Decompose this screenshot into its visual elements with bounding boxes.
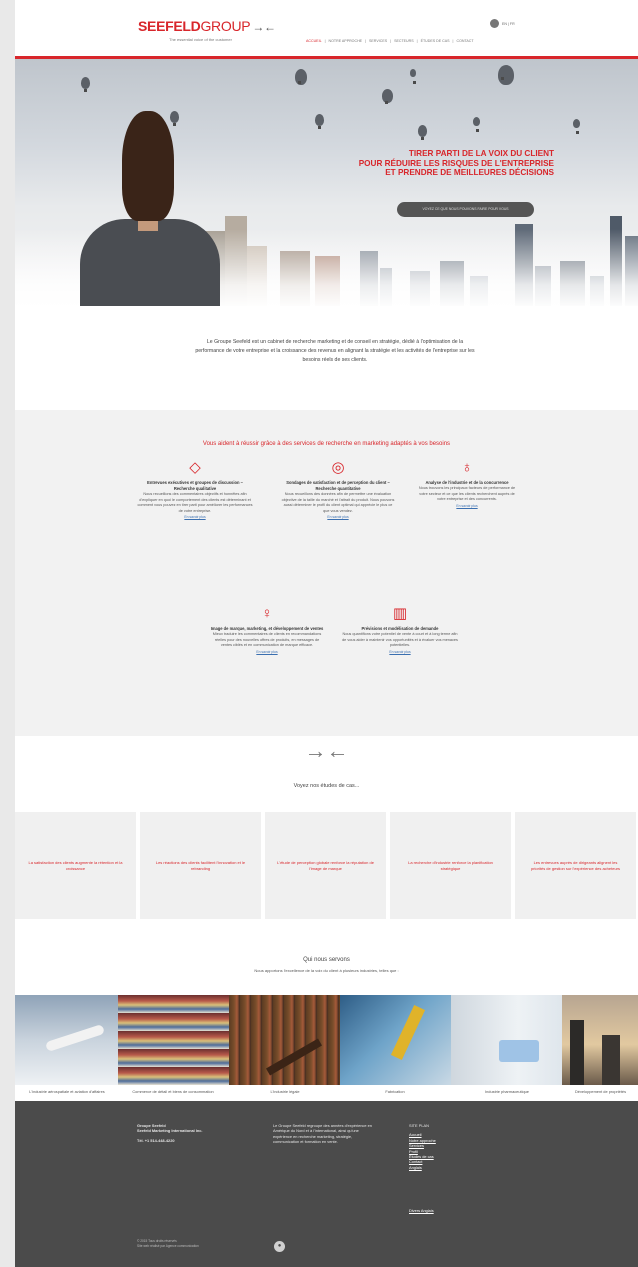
balloon-icon	[498, 65, 514, 85]
industry-label: Industrie pharmaceutique	[485, 1089, 529, 1094]
balloon-icon	[573, 119, 580, 134]
case-study-card[interactable]: Les entrevues auprès de dirigeants align…	[515, 812, 636, 919]
industry-image-manufacturing[interactable]	[340, 995, 451, 1085]
serve-subtitle: Nous apportons l'excellence de la voix d…	[254, 968, 399, 973]
service-title: Entrevues exécutives et groupes de discu…	[147, 480, 243, 491]
logo-light: GROUP	[200, 18, 251, 34]
nav-item-contact[interactable]: CONTACT	[456, 39, 473, 43]
intro-text: Le Groupe Seefeld est un cabinet de rech…	[195, 339, 475, 363]
service-description: Nous recueillons des données afin de per…	[281, 492, 395, 513]
balloon-icon	[81, 77, 90, 92]
footer-links-title: SITE PLAN	[409, 1123, 429, 1128]
nav-item-accueil[interactable]: ACCUEIL	[306, 39, 322, 43]
hero-headline: TIRER PARTI DE LA VOIX DU CLIENT POUR RÉ…	[358, 149, 554, 177]
service-card: ◎ Sondages de satisfaction et de percept…	[281, 459, 395, 520]
industry-label: Fabrication	[385, 1089, 405, 1094]
robot-arm-icon	[390, 1005, 426, 1060]
industry-label: Commerce de détail et biens de consommat…	[132, 1089, 214, 1094]
case-study-card[interactable]: L'étude de perception globale renforce l…	[265, 812, 386, 919]
industry-label: L'industrie aérospatiale et aviation d'a…	[29, 1089, 105, 1094]
main-nav: ACCUEIL | NOTRE APPROCHE | SERVICES | SECTE…	[306, 39, 474, 43]
service-more-link[interactable]: En savoir plus	[281, 515, 395, 519]
service-card: ◇ Entrevues exécutives et groupes de dis…	[137, 459, 253, 520]
industry-image-retail[interactable]	[118, 995, 229, 1085]
jet-icon	[44, 1023, 106, 1053]
service-description: Mieux traduire les commentaires de clien…	[212, 632, 322, 647]
nav-item-services[interactable]: SERVICES	[369, 39, 387, 43]
hero-woman-image	[50, 111, 220, 306]
service-card: ♀ Image de marque, marketing, et dévelop…	[209, 606, 325, 654]
footer-credit[interactable]: Site web réalisé par Agence communicatio…	[137, 1244, 262, 1249]
language-label[interactable]: EN | FR	[502, 22, 515, 26]
service-description: Nous quantifions votre potentiel de vent…	[342, 632, 458, 647]
bar-chart-icon: ▥	[392, 605, 408, 622]
industry-image-legal[interactable]	[229, 995, 340, 1085]
language-switcher[interactable]: EN | FR	[490, 19, 515, 28]
nav-item-approche[interactable]: NOTRE APPROCHE	[329, 39, 363, 43]
site-header: SEEFELDGROUP →← The essential voice of th…	[15, 0, 638, 59]
industry-label: Développement de propriétés	[574, 1089, 627, 1094]
pill-pack-icon	[499, 1040, 539, 1062]
service-card: ♁ Analyse de l'industrie et de la concur…	[415, 460, 519, 508]
industry-image-aerospace[interactable]	[15, 995, 118, 1085]
arrows-icon: →←	[304, 738, 349, 763]
footer-company-legal: Seefeld Marketing International Inc.	[137, 1128, 203, 1134]
service-more-link[interactable]: En savoir plus	[342, 650, 458, 654]
industry-image-property[interactable]	[562, 995, 638, 1085]
services-title: Vous aident à réussir grâce à des servic…	[202, 441, 451, 447]
industry-image-pharma[interactable]	[451, 995, 562, 1085]
case-study-card[interactable]: La satisfaction des clients augmente la …	[15, 812, 136, 919]
case-studies-row: La satisfaction des clients augmente la …	[15, 812, 638, 919]
page: SEEFELDGROUP →← The essential voice of th…	[15, 0, 638, 1267]
footer-about: Le Groupe Seefeld regroupe des années d'…	[273, 1123, 372, 1145]
site-footer: Groupe Seefeld Seefeld Marketing Interna…	[15, 1101, 638, 1267]
service-description: Nous recueillons des commentaires object…	[137, 492, 253, 513]
cases-title: Voyez nos études de cas...	[293, 783, 360, 789]
service-title: Sondages de satisfaction et de perceptio…	[286, 480, 390, 491]
bulb-icon: ♀	[261, 605, 273, 622]
diamond-icon: ◇	[189, 459, 201, 476]
service-more-link[interactable]: En savoir plus	[209, 650, 325, 654]
nav-item-secteurs[interactable]: SECTEURS	[394, 39, 414, 43]
footer-link[interactable]: Divers Anglais	[409, 1208, 489, 1213]
hero-banner: TIRER PARTI DE LA VOIX DU CLIENT POUR RÉ…	[15, 59, 638, 306]
industry-label: L'industrie légale	[270, 1089, 300, 1094]
balloon-icon	[418, 125, 427, 140]
serve-title: Qui nous servons	[303, 957, 350, 963]
footer-sitemap: SITE PLAN Accueil Notre approche Service…	[409, 1123, 489, 1214]
balloon-icon	[410, 69, 416, 84]
globe-icon	[490, 19, 499, 28]
footer-contact: Groupe Seefeld Seefeld Marketing Interna…	[137, 1123, 257, 1143]
footer-link[interactable]: Anglais	[409, 1165, 489, 1170]
service-card: ▥ Prévisions et modélisation de demande …	[342, 606, 458, 654]
logo[interactable]: SEEFELDGROUP →←	[138, 18, 276, 34]
services-section: Vous aident à réussir grâce à des servic…	[15, 410, 638, 736]
hero-cta-button[interactable]: VOYEZ CE QUE NOUS POUVONS FAIRE POUR VOU…	[397, 202, 534, 217]
nav-item-etudes[interactable]: ÉTUDES DE CAS	[421, 39, 450, 43]
social-icon[interactable]: ●	[274, 1241, 285, 1252]
lightbulb-icon: ♁	[461, 459, 473, 476]
case-study-card[interactable]: Les réactions des clients facilitent l'i…	[140, 812, 261, 919]
service-more-link[interactable]: En savoir plus	[415, 504, 519, 508]
logo-bold: SEEFELD	[138, 18, 201, 34]
balloon-icon	[295, 69, 307, 85]
tagline: The essential voice of the customer	[169, 37, 232, 42]
gavel-icon	[266, 1038, 322, 1076]
footer-legal: © 2015 Tous droits réservés Site web réa…	[137, 1239, 262, 1248]
logo-arrows-icon: →←	[252, 20, 276, 34]
case-study-card[interactable]: La recherche d'industrie renforce la pla…	[390, 812, 511, 919]
service-more-link[interactable]: En savoir plus	[137, 515, 253, 519]
balloon-icon	[473, 117, 480, 132]
service-description: Nous trouvons les principaux facteurs de…	[418, 486, 516, 501]
balloon-icon	[315, 114, 324, 129]
footer-phone[interactable]: Tél. +1 514-448-4220	[137, 1138, 257, 1143]
target-icon: ◎	[331, 459, 345, 476]
balloon-icon	[382, 89, 393, 104]
